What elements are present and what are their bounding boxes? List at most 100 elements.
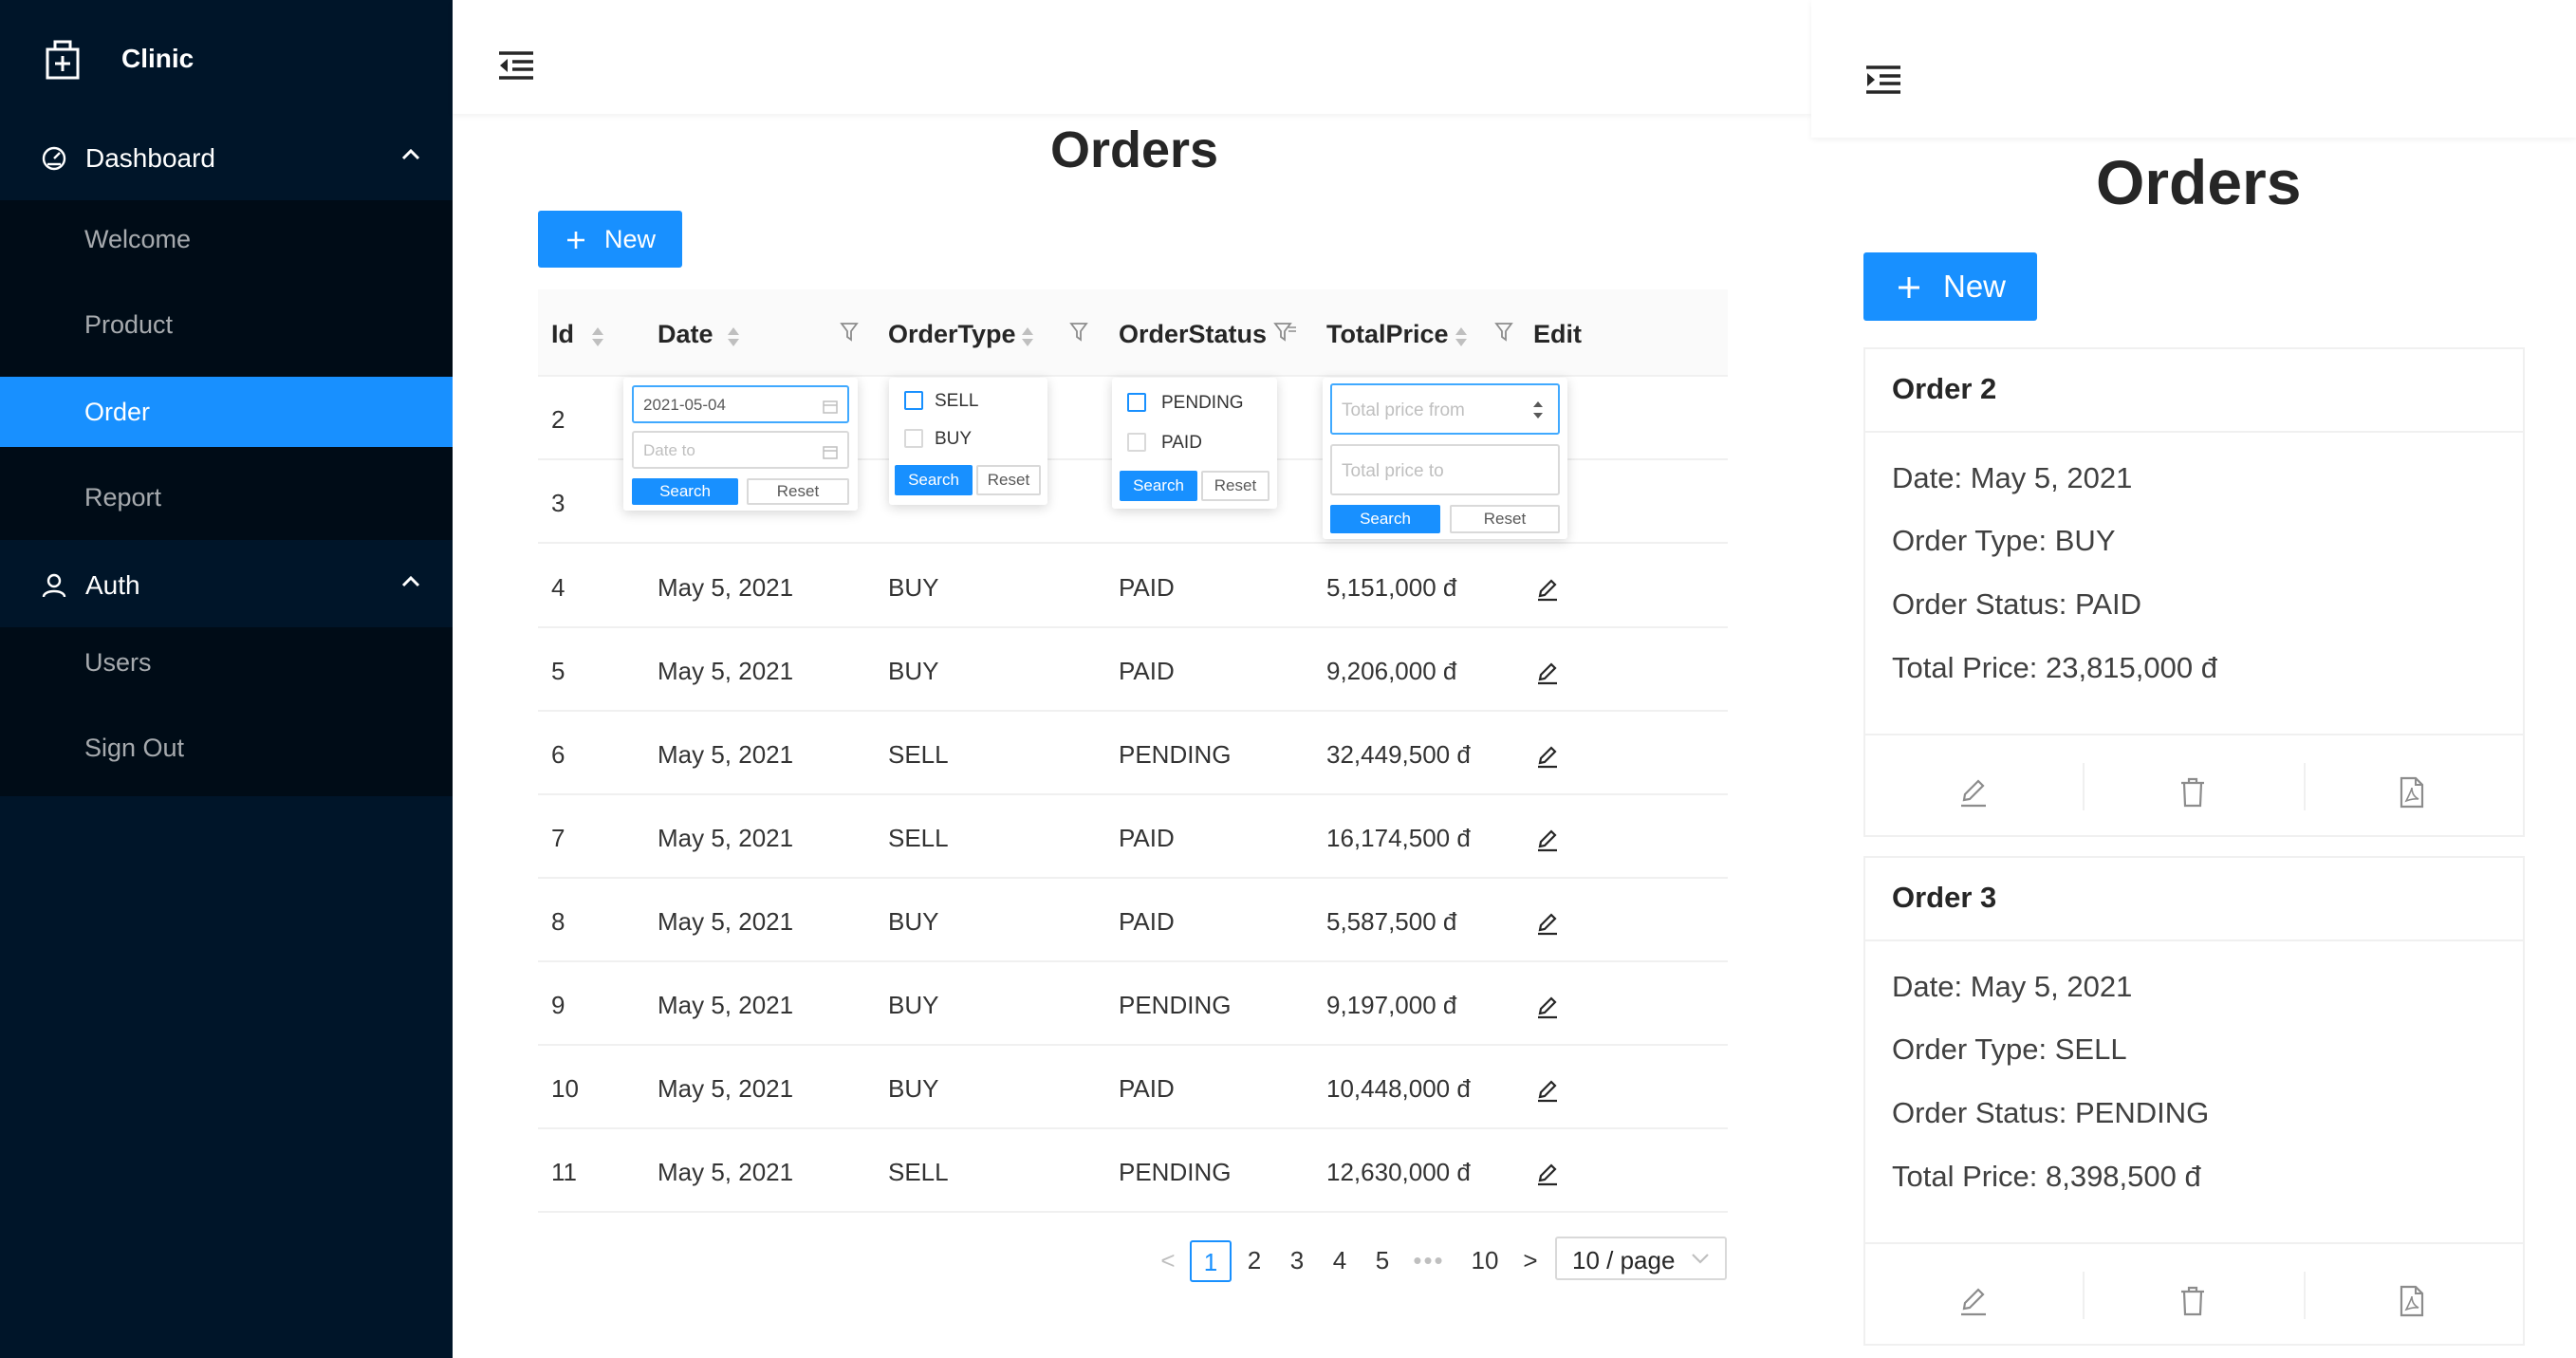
type-buy-label: BUY [935, 429, 973, 449]
column-header-total-price[interactable]: TotalPrice [1326, 320, 1449, 349]
new-order-button[interactable]: New [538, 211, 682, 268]
sort-icon[interactable] [727, 326, 740, 348]
mobile-new-order-button[interactable]: New [1863, 252, 2037, 321]
date-to-picker[interactable]: Date to [632, 431, 849, 469]
sidebar-item-label: Product [84, 310, 174, 339]
type-filter-search-button[interactable]: Search [895, 465, 973, 495]
column-header-order-type[interactable]: OrderType [888, 320, 1016, 349]
cell-order-type: SELL [888, 824, 949, 852]
order-card-price: Total Price: 23,815,000 đ [1892, 651, 2217, 684]
pagination-page-4[interactable]: 4 [1319, 1240, 1361, 1282]
menu-unfold-icon[interactable] [1864, 65, 1902, 95]
main-header [453, 0, 1811, 114]
date-filter-reset-button[interactable]: Reset [747, 478, 849, 505]
status-filter-search-button[interactable]: Search [1120, 471, 1197, 501]
number-stepper-icon[interactable] [1531, 399, 1545, 421]
edit-icon[interactable] [1959, 776, 1988, 809]
cell-id: 3 [551, 489, 565, 517]
cell-order-type: BUY [888, 907, 939, 936]
pagination-prev[interactable]: < [1154, 1240, 1182, 1282]
pagination-next[interactable]: > [1516, 1240, 1545, 1282]
table-row: 10 May 5, 2021 BUY PAID 10,448,000 đ [538, 1046, 1728, 1129]
delete-icon[interactable] [2178, 776, 2207, 809]
pdf-icon[interactable] [2398, 776, 2426, 809]
total-price-from-input[interactable]: Total price from [1330, 383, 1560, 435]
sidebar-item-order[interactable]: Order [0, 377, 453, 447]
sidebar-item-sign-out[interactable]: Sign Out [0, 713, 453, 783]
plus-icon [567, 232, 584, 249]
page-title: Orders [1050, 121, 1219, 178]
pagination-page-2[interactable]: 2 [1233, 1240, 1275, 1282]
cell-date: May 5, 2021 [658, 907, 794, 936]
type-sell-checkbox[interactable] [904, 391, 923, 410]
pdf-icon[interactable] [2398, 1285, 2426, 1317]
date-filter-search-button[interactable]: Search [632, 478, 738, 505]
sort-icon[interactable] [591, 326, 604, 348]
dashboard-icon [42, 146, 66, 171]
menu-group-dashboard[interactable]: Dashboard [0, 115, 453, 200]
sidebar-item-users[interactable]: Users [0, 627, 453, 698]
pagination-page-5[interactable]: 5 [1362, 1240, 1403, 1282]
pagination-page-10[interactable]: 10 [1461, 1240, 1509, 1282]
status-paid-checkbox[interactable] [1127, 433, 1146, 452]
edit-icon[interactable] [1959, 1285, 1988, 1317]
sidebar: Clinic Dashboard Welcome Product Order R… [0, 0, 453, 1358]
price-filter-search-button[interactable]: Search [1330, 505, 1440, 533]
sidebar-item-welcome[interactable]: Welcome [0, 204, 453, 274]
total-price-to-placeholder: Total price to [1342, 461, 1444, 481]
cell-order-type: SELL [888, 1158, 949, 1186]
cell-date: May 5, 2021 [658, 657, 794, 685]
table-row: 5 May 5, 2021 BUY PAID 9,206,000 đ [538, 628, 1728, 712]
mobile-header [1811, 0, 2576, 138]
edit-icon[interactable] [1536, 1078, 1559, 1103]
filter-icon[interactable] [840, 322, 859, 343]
cell-order-type: BUY [888, 991, 939, 1019]
type-filter-reset-button[interactable]: Reset [976, 465, 1041, 495]
page-size-select[interactable]: 10 / page [1555, 1237, 1727, 1280]
cell-order-status: PAID [1119, 824, 1175, 852]
status-paid-label: PAID [1161, 433, 1202, 453]
pagination-jump-next[interactable]: ••• [1408, 1240, 1450, 1282]
order-status-filter-dropdown: PENDING PAID Search Reset [1112, 378, 1277, 509]
column-header-id[interactable]: Id [551, 320, 574, 349]
sort-icon[interactable] [1021, 326, 1034, 348]
table-row: 8 May 5, 2021 BUY PAID 5,587,500 đ [538, 879, 1728, 962]
date-to-placeholder: Date to [643, 441, 695, 459]
status-pending-checkbox[interactable] [1127, 393, 1146, 412]
filter-icon[interactable] [1069, 322, 1088, 343]
edit-icon[interactable] [1536, 744, 1559, 769]
order-card-date: Date: May 5, 2021 [1892, 461, 2133, 494]
edit-icon[interactable] [1536, 828, 1559, 852]
price-filter-reset-button[interactable]: Reset [1450, 505, 1560, 533]
menu-fold-icon[interactable] [497, 50, 535, 81]
order-card-title: Order 2 [1892, 372, 1997, 405]
edit-icon[interactable] [1536, 995, 1559, 1019]
pagination-page-1[interactable]: 1 [1190, 1240, 1232, 1282]
total-price-to-input[interactable]: Total price to [1330, 444, 1560, 495]
edit-icon[interactable] [1536, 577, 1559, 602]
edit-icon[interactable] [1536, 1162, 1559, 1186]
sidebar-item-report[interactable]: Report [0, 462, 453, 532]
date-from-picker[interactable]: 2021-05-04 [632, 385, 849, 423]
table-row: 9 May 5, 2021 BUY PENDING 9,197,000 đ [538, 962, 1728, 1046]
cell-order-type: BUY [888, 573, 939, 602]
cell-date: May 5, 2021 [658, 991, 794, 1019]
delete-icon[interactable] [2178, 1285, 2207, 1317]
column-header-date[interactable]: Date [658, 320, 713, 349]
filter-icon[interactable] [1273, 322, 1298, 343]
sidebar-item-label: Welcome [84, 225, 192, 253]
pagination-page-3[interactable]: 3 [1276, 1240, 1318, 1282]
edit-icon[interactable] [1536, 911, 1559, 936]
cell-id: 11 [551, 1158, 577, 1186]
cell-id: 7 [551, 824, 565, 852]
column-header-order-status[interactable]: OrderStatus [1119, 320, 1267, 349]
type-buy-checkbox[interactable] [904, 429, 923, 448]
sort-icon[interactable] [1455, 326, 1468, 348]
brand[interactable]: Clinic [0, 0, 453, 120]
sidebar-item-product[interactable]: Product [0, 289, 453, 360]
order-card-type: Order Type: SELL [1892, 1032, 2127, 1066]
filter-icon[interactable] [1494, 322, 1513, 343]
edit-icon[interactable] [1536, 660, 1559, 685]
menu-group-auth[interactable]: Auth [0, 542, 453, 627]
status-filter-reset-button[interactable]: Reset [1201, 471, 1269, 501]
